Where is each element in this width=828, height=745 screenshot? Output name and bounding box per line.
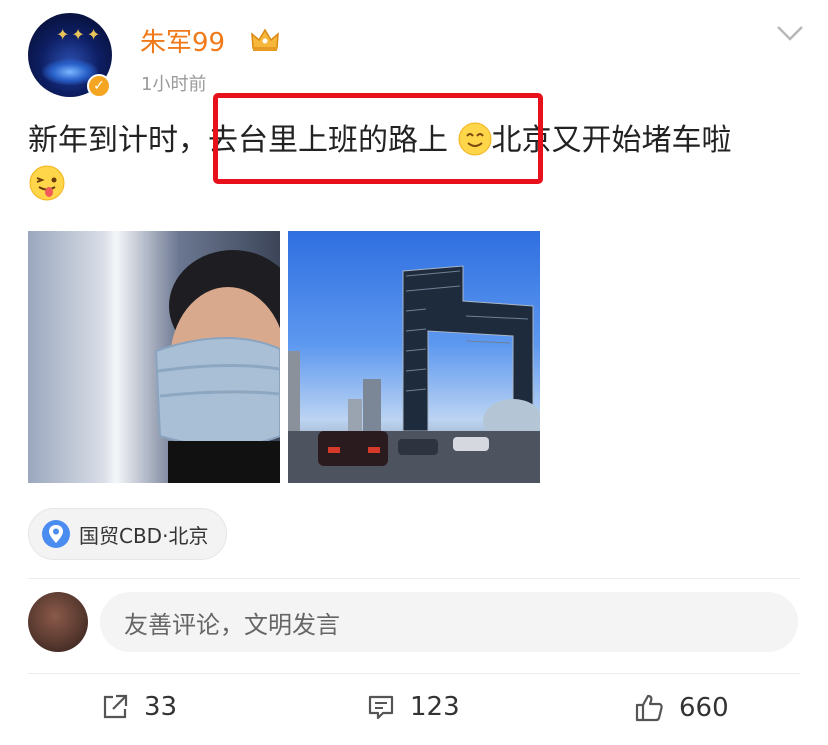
post-photo-selfie[interactable] bbox=[28, 231, 280, 483]
wink-tongue-emoji-icon bbox=[29, 165, 65, 201]
share-count: 33 bbox=[144, 692, 178, 722]
verified-icon: ✓ bbox=[87, 74, 111, 98]
highlight-annotation-box bbox=[213, 93, 543, 184]
comment-placeholder: 友善评论，文明发言 bbox=[124, 610, 340, 639]
location-pin-icon bbox=[42, 520, 70, 548]
crown-icon bbox=[251, 28, 279, 51]
commenter-avatar[interactable] bbox=[28, 592, 88, 652]
divider-top bbox=[28, 578, 800, 579]
like-button[interactable]: 660 bbox=[633, 692, 729, 724]
comment-input[interactable]: 友善评论，文明发言 bbox=[100, 592, 798, 652]
location-tag[interactable]: 国贸CBD·北京 bbox=[28, 508, 228, 560]
cctv-illustration bbox=[288, 265, 540, 483]
divider-bottom bbox=[28, 673, 800, 674]
username[interactable]: 朱军99 bbox=[140, 22, 225, 59]
comment-icon bbox=[368, 695, 394, 720]
post-time: 1小时前 bbox=[141, 74, 207, 95]
like-icon bbox=[635, 694, 663, 722]
avatar-logo-glyph: ✦✦✦ bbox=[56, 25, 103, 44]
share-button[interactable]: 33 bbox=[100, 692, 177, 722]
share-icon bbox=[103, 694, 128, 719]
location-label: 国贸CBD·北京 bbox=[79, 523, 209, 548]
selfie-illustration bbox=[154, 250, 280, 483]
post-photo-cctv-building[interactable] bbox=[288, 231, 540, 483]
like-count: 660 bbox=[679, 693, 729, 723]
comment-button[interactable]: 123 bbox=[366, 692, 460, 722]
comment-count: 123 bbox=[410, 692, 460, 722]
chevron-down-icon[interactable] bbox=[776, 24, 804, 42]
